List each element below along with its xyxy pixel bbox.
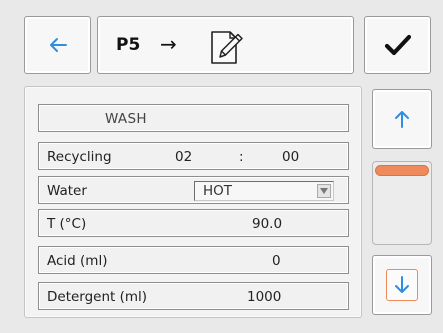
recycling-separator: : bbox=[239, 149, 244, 165]
scroll-thumb[interactable] bbox=[375, 165, 429, 176]
acid-row[interactable]: Acid (ml) 0 bbox=[38, 246, 349, 274]
arrow-down-icon bbox=[395, 276, 409, 293]
detergent-value[interactable]: 1000 bbox=[247, 289, 281, 305]
program-arrow: → bbox=[160, 32, 177, 56]
dropdown-arrow-icon[interactable] bbox=[317, 184, 331, 198]
recycling-minutes[interactable]: 02 bbox=[175, 149, 192, 165]
scroll-down-button[interactable] bbox=[372, 255, 432, 315]
program-title-bar: P5 → bbox=[97, 16, 354, 74]
temperature-row[interactable]: T (°C) 90.0 bbox=[38, 209, 349, 237]
section-title: WASH bbox=[38, 104, 349, 132]
acid-value[interactable]: 0 bbox=[272, 253, 281, 269]
water-select[interactable]: HOT bbox=[194, 181, 334, 201]
check-icon bbox=[384, 34, 411, 56]
recycling-seconds[interactable]: 00 bbox=[282, 149, 299, 165]
section-title-label: WASH bbox=[105, 111, 147, 127]
edit-document-icon[interactable] bbox=[206, 27, 246, 67]
back-button[interactable] bbox=[24, 16, 91, 74]
detergent-row[interactable]: Detergent (ml) 1000 bbox=[38, 282, 349, 310]
arrow-left-icon bbox=[49, 38, 67, 52]
scroll-up-button[interactable] bbox=[372, 89, 432, 149]
confirm-button[interactable] bbox=[364, 16, 431, 74]
recycling-row[interactable]: Recycling 02 : 00 bbox=[38, 142, 349, 170]
temperature-label: T (°C) bbox=[47, 216, 87, 232]
recycling-label: Recycling bbox=[47, 149, 112, 165]
scroll-down-inner bbox=[386, 269, 418, 301]
water-select-value: HOT bbox=[203, 183, 233, 199]
detergent-label: Detergent (ml) bbox=[47, 289, 148, 305]
water-label: Water bbox=[47, 183, 87, 199]
water-row: Water HOT bbox=[38, 176, 349, 204]
program-label: P5 bbox=[116, 35, 141, 55]
temperature-value[interactable]: 90.0 bbox=[252, 216, 282, 232]
arrow-up-icon bbox=[395, 111, 409, 128]
acid-label: Acid (ml) bbox=[47, 253, 108, 269]
